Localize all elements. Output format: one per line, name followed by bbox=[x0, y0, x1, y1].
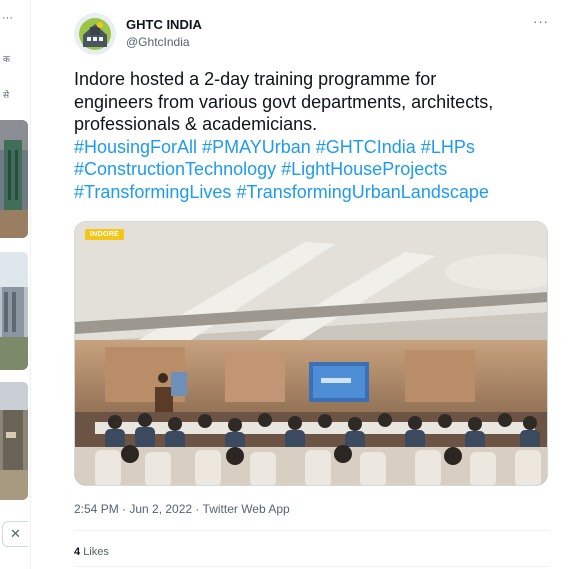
left-image-2[interactable] bbox=[0, 252, 28, 370]
hashtag-line[interactable]: #HousingForAll #PMAYUrban #GHTCIndia #LH… bbox=[74, 136, 544, 159]
left-image-3[interactable] bbox=[0, 382, 28, 500]
left-image-1[interactable] bbox=[0, 120, 28, 238]
tweet-text: Indore hosted a 2-day training programme… bbox=[74, 68, 544, 203]
likes-count[interactable]: 4 Likes bbox=[74, 546, 109, 558]
tweet-text-line: Indore hosted a 2-day training programme… bbox=[74, 69, 437, 89]
divider bbox=[74, 530, 550, 531]
author-name[interactable]: GHTC INDIA bbox=[126, 17, 202, 32]
hashtag-line[interactable]: #ConstructionTechnology #LightHouseProje… bbox=[74, 158, 544, 181]
hashtag-line[interactable]: #TransformingLives #TransformingUrbanLan… bbox=[74, 181, 544, 204]
divider bbox=[74, 566, 550, 567]
location-badge: INDORE bbox=[85, 229, 125, 240]
author-handle[interactable]: @GhtcIndia bbox=[126, 35, 190, 49]
left-snippet-text: क bbox=[3, 54, 10, 64]
tweet-photo[interactable]: INDORE bbox=[74, 221, 548, 486]
left-snippet-text: से bbox=[3, 90, 10, 100]
avatar-house-icon[interactable] bbox=[74, 13, 116, 55]
tweet-text-line: professionals & academicians. bbox=[74, 114, 318, 134]
left-more-icon[interactable]: ··· bbox=[2, 12, 13, 24]
tweet-timestamp[interactable]: 2:54 PM · Jun 2, 2022 · Twitter Web App bbox=[74, 502, 290, 516]
conference-photo bbox=[75, 222, 547, 485]
left-feed-column: ··· क से ✕ bbox=[0, 0, 31, 569]
close-icon[interactable]: ✕ bbox=[2, 521, 28, 547]
likes-number: 4 bbox=[74, 546, 81, 558]
likes-label: Likes bbox=[83, 546, 109, 558]
more-icon[interactable]: ··· bbox=[533, 14, 549, 29]
tweet-text-line: engineers from various govt departments,… bbox=[74, 91, 494, 112]
tweet: GHTC INDIA @GhtcIndia ··· Indore hosted … bbox=[60, 0, 550, 569]
